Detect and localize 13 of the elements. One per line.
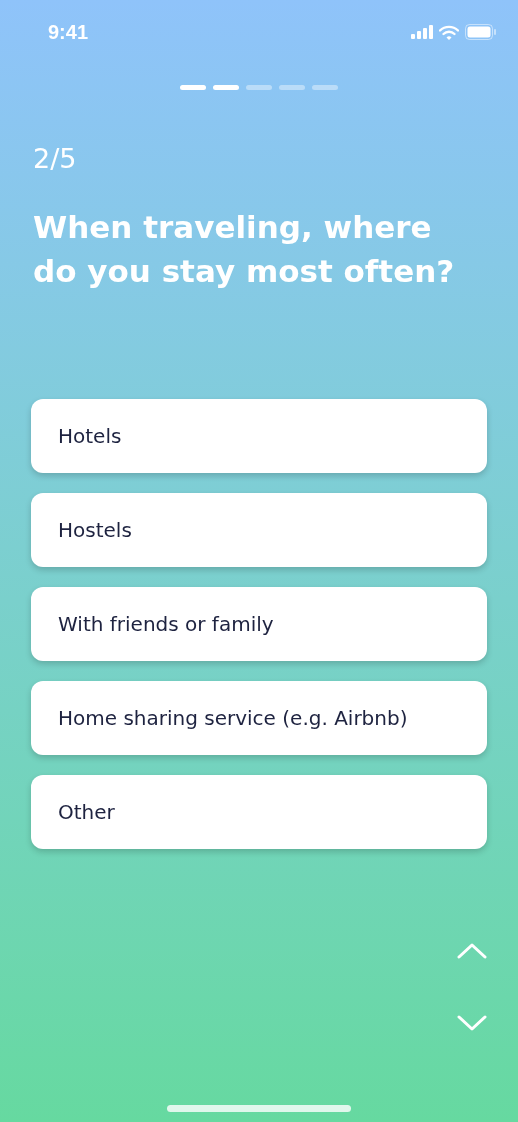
- wifi-icon: [439, 24, 459, 40]
- answer-option[interactable]: With friends or family: [31, 587, 487, 661]
- answer-option[interactable]: Hotels: [31, 399, 487, 473]
- answer-option[interactable]: Other: [31, 775, 487, 849]
- battery-icon: [465, 24, 496, 40]
- signal-icon: [411, 25, 433, 39]
- answer-option[interactable]: Hostels: [31, 493, 487, 567]
- chevron-down-icon: [457, 1015, 487, 1031]
- question-title: When traveling, where do you stay most often?: [33, 208, 456, 291]
- answer-option[interactable]: Home sharing service (e.g. Airbnb): [31, 681, 487, 755]
- chevron-up-icon: [457, 943, 487, 959]
- question-counter: 2/5: [33, 143, 77, 175]
- status-time: 9:41: [48, 20, 89, 45]
